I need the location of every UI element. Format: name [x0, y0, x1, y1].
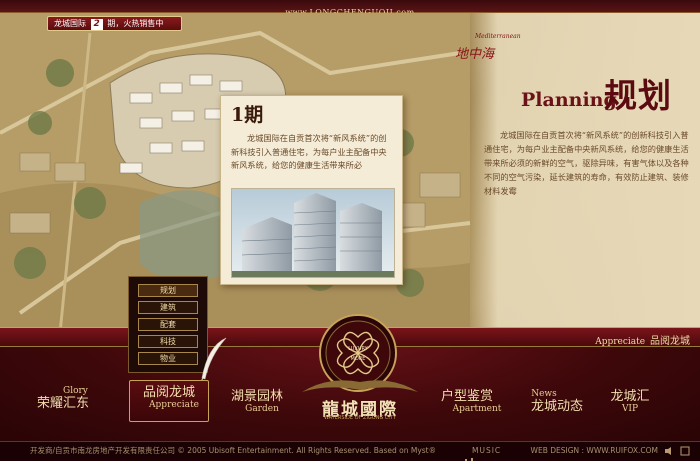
emblem-top-text: LUXURY — [348, 346, 368, 352]
phase-info-card[interactable]: 1期 龙城国际在自贡首次将“新风系统”的创新科技引入普通住宅，为每户业主配备中央… — [220, 95, 403, 285]
tower-rendering-image — [231, 188, 395, 278]
nav-appreciate-en: Appreciate — [149, 400, 199, 410]
nav-garden-zh: 湖景园林 — [230, 389, 283, 404]
section-indicator: Appreciate 品阅龙城 — [595, 332, 690, 347]
section-indicator-en: Appreciate — [595, 337, 646, 347]
nav-vip-en: VIP — [621, 404, 639, 414]
brand-en: Mediterranean — [475, 33, 521, 40]
submenu-item-technology[interactable]: 科技 — [138, 335, 198, 348]
nav-news-zh: 龙城动态 — [530, 399, 583, 414]
quill-icon — [199, 337, 227, 384]
submenu-item-planning[interactable]: 规划 — [138, 284, 198, 297]
nav-apartment-zh: 户型鉴赏 — [440, 389, 493, 404]
submenu-item-facilities[interactable]: 配套 — [138, 318, 198, 331]
phase-card-title: 1期 — [231, 104, 264, 126]
mediterranean-logo: Mediterranean 地中海 — [455, 33, 545, 67]
sales-status-badge[interactable]: 龙城国际 2 期，火热销售中 — [47, 16, 182, 31]
nav-glory-en: Glory — [63, 386, 88, 396]
nav-news[interactable]: News 龙城动态 — [525, 389, 589, 414]
submenu-item-property[interactable]: 物业 — [138, 352, 198, 365]
music-toggle[interactable]: MUSIC — [472, 442, 501, 460]
nav-garden-en: Garden — [245, 404, 279, 414]
nav-glory[interactable]: Glory 荣耀汇东 — [33, 386, 93, 411]
planning-heading-zh: 规划 — [604, 76, 672, 115]
nav-apartment-en: Apartment — [452, 404, 502, 414]
nav-glory-zh: 荣耀汇东 — [36, 396, 89, 411]
master-plan-map: 龙城国际 2 期，火热销售中 Mediterranean 地中海 Plannin… — [0, 13, 700, 333]
submenu-item-architecture[interactable]: 建筑 — [138, 301, 198, 314]
nav-apartment[interactable]: 户型鉴赏 Apartment — [429, 389, 505, 414]
top-bar: www.LONGCHENGUOJI.com — [0, 0, 700, 17]
sound-icon[interactable] — [664, 446, 674, 456]
footer-design-credit[interactable]: WEB DESIGN : WWW.RUIFOX.COM — [531, 442, 658, 460]
badge-prefix: 龙城国际 — [54, 19, 86, 28]
nav-appreciate[interactable]: 品阅龙城 Appreciate — [129, 380, 209, 422]
nav-news-en: News — [531, 389, 557, 399]
nav-vip[interactable]: 龙城汇 VIP — [606, 389, 654, 414]
nav-vip-zh: 龙城汇 — [610, 389, 650, 404]
badge-suffix: 期，火热销售中 — [107, 19, 164, 28]
badge-phase-number: 2 — [90, 19, 103, 30]
brand-zh: 地中海 — [455, 47, 495, 62]
nav-appreciate-zh: 品阅龙城 — [142, 385, 195, 400]
emblem-bottom-text: MORE — [351, 356, 366, 362]
section-indicator-zh: 品阅龙城 — [650, 336, 690, 347]
ribbon-ornament-icon — [302, 380, 418, 392]
nav-garden[interactable]: 湖景园林 Garden — [226, 389, 288, 414]
phase-card-body: 龙城国际在自贡首次将“新风系统”的创新科技引入普通住宅，为每户业主配备中央新风系… — [231, 133, 387, 170]
logo-subtitle: WATERSIDE OF ZIGONG CITY — [323, 415, 397, 421]
footer-copyright: 开发商/自贡市南龙房地产开发有限责任公司 © 2005 Ubisoft Ente… — [30, 446, 437, 455]
planning-heading-en: Planning — [521, 89, 617, 111]
footer: 开发商/自贡市南龙房地产开发有限责任公司 © 2005 Ubisoft Ente… — [0, 441, 700, 461]
fullscreen-icon[interactable] — [680, 446, 690, 456]
planning-description: 龙城国际在自贡首次将“新风系统”的创新科技引入普通住宅，为每户业主配备中央新风系… — [484, 130, 689, 196]
